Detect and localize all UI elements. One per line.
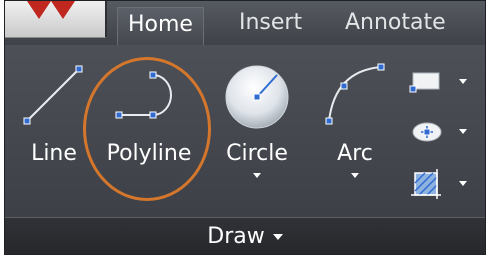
arc-label: Arc (337, 141, 373, 166)
app-logo-icon (27, 1, 75, 19)
rectangle-dropdown-arrow[interactable] (459, 79, 467, 84)
draw-panel-title-text: Draw (207, 224, 265, 249)
circle-tool[interactable]: Circle (215, 45, 299, 217)
rectangle-icon (409, 72, 440, 93)
ellipse-tool[interactable] (407, 117, 471, 147)
tab-annotate[interactable]: Annotate (335, 1, 456, 45)
tab-insert[interactable]: Insert (229, 1, 312, 45)
arc-tool[interactable]: Arc (317, 45, 393, 217)
line-label: Line (31, 141, 77, 166)
autocad-ribbon: Home Insert Annotate Line Polyline Circl… (4, 0, 486, 255)
hatch-dropdown-arrow[interactable] (459, 181, 467, 186)
circle-icon (225, 65, 289, 129)
hatch-icon (411, 169, 441, 199)
arc-icon (325, 63, 385, 125)
polyline-highlight-circle (83, 57, 211, 201)
line-tool[interactable]: Line (19, 45, 89, 217)
draw-panel-title-bar[interactable]: Draw (5, 217, 485, 254)
rectangle-tool[interactable] (407, 67, 471, 97)
chevron-down-icon (272, 234, 283, 240)
application-button[interactable] (5, 1, 107, 38)
ellipse-dropdown-arrow[interactable] (459, 129, 467, 134)
draw-panel-title: Draw (5, 224, 485, 249)
draw-panel: Line Polyline Circle Arc (5, 45, 485, 217)
line-icon (23, 65, 83, 125)
hatch-tool[interactable] (407, 167, 471, 201)
circle-label: Circle (226, 141, 288, 166)
ellipse-icon (412, 122, 442, 142)
ribbon-tab-bar: Home Insert Annotate (5, 1, 485, 51)
circle-dropdown-arrow[interactable] (253, 173, 261, 178)
arc-dropdown-arrow[interactable] (351, 173, 359, 178)
